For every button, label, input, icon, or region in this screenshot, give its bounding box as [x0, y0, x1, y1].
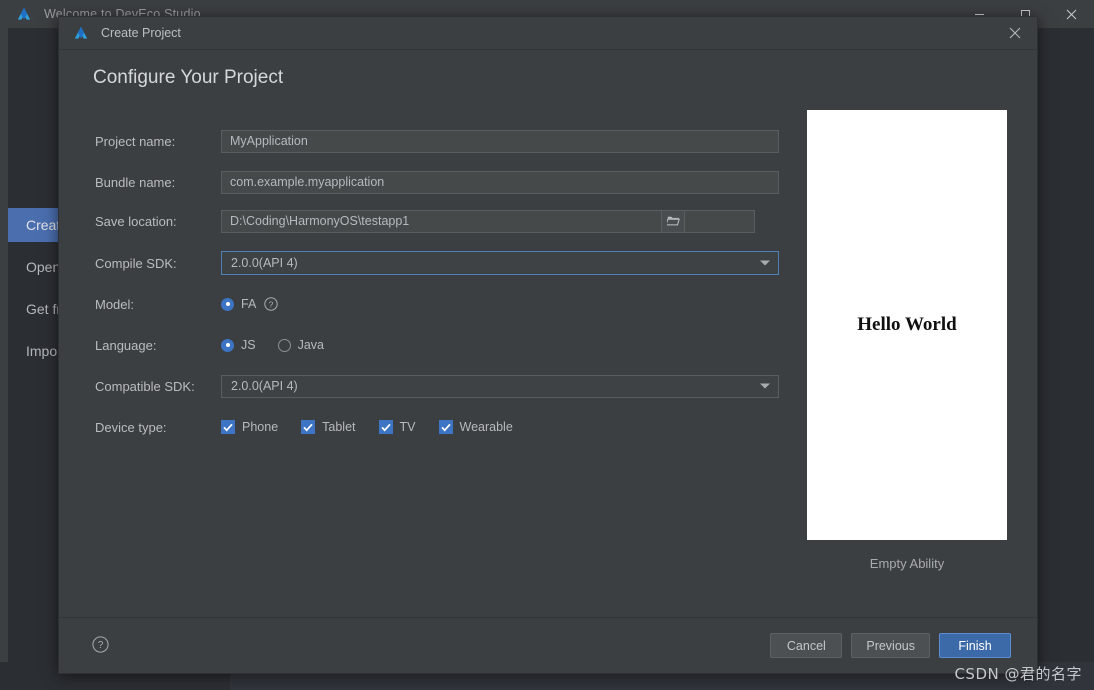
finish-button[interactable]: Finish: [939, 633, 1011, 658]
language-radio-group: JS Java: [221, 338, 342, 352]
model-label: Model:: [95, 296, 135, 312]
compatible-sdk-select[interactable]: 2.0.0(API 4): [221, 374, 779, 398]
device-type-checkbox-group: Phone Tablet TV Wearable: [221, 420, 513, 434]
bundle-name-input[interactable]: com.example.myapplication: [221, 170, 779, 194]
cancel-button[interactable]: Cancel: [770, 633, 843, 658]
help-circle-icon[interactable]: ?: [264, 297, 278, 311]
project-name-input[interactable]: MyApplication: [221, 129, 779, 153]
preview-screen: Hello World: [807, 110, 1007, 540]
check-icon: [301, 420, 316, 434]
checkbox-option-wearable[interactable]: Wearable: [438, 420, 513, 434]
check-icon: [438, 420, 453, 434]
background-left-strip: [0, 28, 8, 662]
check-icon: [378, 420, 393, 434]
form-row-compatible-sdk: Compatible SDK: 2.0.0(API 4): [95, 374, 779, 398]
bundle-name-label: Bundle name:: [95, 174, 176, 190]
template-preview: Hello World Empty Ability: [807, 110, 1007, 571]
dialog-footer: ? Cancel Previous Finish: [59, 617, 1037, 673]
radio-indicator: [221, 338, 234, 352]
radio-indicator: [277, 338, 291, 352]
create-project-dialog: Create Project Configure Your Project Pr…: [58, 16, 1038, 674]
form-row-language: Language: JS Java: [95, 333, 342, 357]
preview-caption: Empty Ability: [869, 556, 945, 571]
bundle-name-value: com.example.myapplication: [230, 175, 385, 189]
form-row-save-location: Save location: D:\Coding\HarmonyOS\testa…: [95, 209, 755, 233]
checkbox-option-phone[interactable]: Phone: [221, 420, 278, 434]
checkbox-label: Wearable: [459, 420, 513, 434]
checkbox-option-tablet[interactable]: Tablet: [301, 420, 356, 434]
radio-option-java[interactable]: Java: [277, 338, 324, 352]
chevron-down-icon: [760, 383, 770, 389]
check-icon: [221, 420, 235, 434]
radio-label: JS: [241, 338, 256, 352]
dialog-titlebar: Create Project: [59, 17, 1037, 50]
form-row-device-type: Device type: Phone Tablet TV Wearable: [95, 415, 513, 439]
radio-indicator: [221, 297, 234, 311]
form-row-bundle-name: Bundle name: com.example.myapplication: [95, 170, 779, 194]
checkbox-label: Phone: [242, 420, 279, 434]
close-icon[interactable]: [993, 17, 1037, 49]
model-radio-group: FA ?: [221, 297, 278, 311]
checkbox-label: TV: [399, 420, 416, 434]
form-row-model: Model: FA ?: [95, 292, 278, 316]
previous-button[interactable]: Previous: [851, 633, 930, 658]
preview-screen-text: Hello World: [857, 314, 957, 335]
form-row-compile-sdk: Compile SDK: 2.0.0(API 4): [95, 251, 779, 275]
radio-label: Java: [297, 338, 324, 352]
dialog-footer-buttons: Cancel Previous Finish: [770, 633, 1011, 658]
page-title: Configure Your Project: [93, 67, 284, 88]
folder-open-icon[interactable]: [661, 209, 685, 233]
compatible-sdk-label: Compatible SDK:: [95, 378, 195, 394]
screen: Create Project Open Project Get from Ver…: [0, 0, 1094, 690]
svg-text:?: ?: [98, 640, 104, 651]
save-location-label: Save location:: [95, 213, 177, 229]
svg-text:?: ?: [269, 299, 274, 309]
chevron-down-icon: [760, 260, 770, 266]
close-icon[interactable]: [1048, 0, 1094, 28]
help-circle-icon[interactable]: ?: [92, 636, 109, 653]
checkbox-option-tv[interactable]: TV: [378, 420, 416, 434]
language-label: Language:: [95, 337, 157, 353]
radio-option-fa[interactable]: FA: [221, 297, 256, 311]
dialog-title: Create Project: [101, 26, 181, 40]
project-name-value: MyApplication: [230, 134, 308, 148]
watermark: CSDN @君的名字: [954, 665, 1082, 683]
compile-sdk-select[interactable]: 2.0.0(API 4): [221, 251, 779, 275]
deveco-logo-icon: [74, 26, 88, 39]
deveco-logo-icon: [17, 7, 31, 20]
compile-sdk-label: Compile SDK:: [95, 255, 177, 271]
compatible-sdk-value: 2.0.0(API 4): [231, 379, 298, 393]
project-name-label: Project name:: [95, 133, 176, 149]
compile-sdk-value: 2.0.0(API 4): [231, 256, 298, 270]
save-location-value: D:\Coding\HarmonyOS\testapp1: [230, 214, 410, 228]
radio-option-js[interactable]: JS: [221, 338, 256, 352]
checkbox-label: Tablet: [322, 420, 356, 434]
radio-label: FA: [241, 297, 257, 311]
form-row-project-name: Project name: MyApplication: [95, 129, 779, 153]
device-type-label: Device type:: [95, 419, 167, 435]
